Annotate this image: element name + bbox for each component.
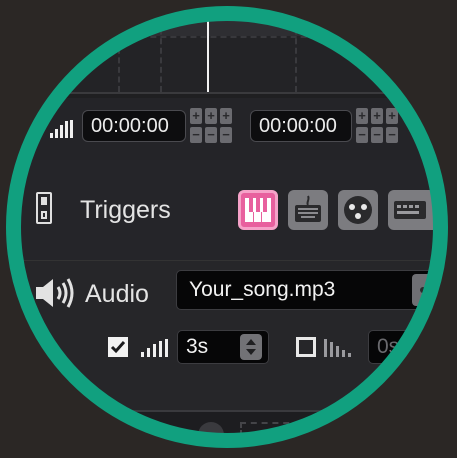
timeline-header bbox=[14, 14, 440, 36]
trigger-switch-icon bbox=[36, 192, 52, 224]
spinner-arrows-icon bbox=[246, 339, 256, 355]
volume-end-icon bbox=[418, 118, 424, 140]
magnifier-lens: 00:00:00 + + + − − − 00:00:00 + + + − − … bbox=[14, 14, 440, 440]
minutes-up-button[interactable]: + bbox=[371, 108, 383, 124]
timeline-gridline bbox=[14, 36, 440, 38]
audio-file-field[interactable]: Your_song.mp3 bbox=[176, 270, 440, 310]
circle-icon[interactable] bbox=[198, 422, 224, 440]
keyboard-icon bbox=[295, 195, 321, 222]
fade-in-duration-value: 3s bbox=[186, 335, 209, 358]
minutes-down-button[interactable]: − bbox=[371, 127, 383, 143]
hours-up-button[interactable]: + bbox=[190, 108, 202, 124]
cue-editor-panel: 00:00:00 + + + − − − 00:00:00 + + + − − … bbox=[14, 14, 440, 440]
timeline-gridline bbox=[118, 14, 120, 92]
fade-in-checkbox[interactable] bbox=[108, 337, 128, 357]
fade-out-icon bbox=[324, 339, 358, 357]
minutes-down-button[interactable]: − bbox=[205, 127, 217, 143]
piano-keys-icon bbox=[245, 198, 271, 222]
end-time-field[interactable]: 00:00:00 bbox=[250, 110, 352, 142]
end-time-value: 00:00:00 bbox=[259, 115, 337, 137]
magnified-view: 00:00:00 + + + − − − 00:00:00 + + + − − … bbox=[0, 0, 457, 458]
hours-down-button[interactable]: − bbox=[190, 127, 202, 143]
fade-in-icon bbox=[141, 339, 173, 357]
triggers-label: Triggers bbox=[80, 196, 171, 224]
hours-up-button[interactable]: + bbox=[356, 108, 368, 124]
start-time-stepper[interactable]: + + + − − − bbox=[190, 108, 236, 146]
more-dot-icon bbox=[420, 287, 426, 293]
timeline-gridline bbox=[295, 14, 297, 92]
midi-trigger-button[interactable] bbox=[338, 190, 378, 230]
dmx-trigger-button[interactable] bbox=[388, 190, 440, 230]
seconds-down-button[interactable]: − bbox=[220, 127, 232, 143]
midi-connector-icon bbox=[344, 196, 372, 224]
volume-level-icon bbox=[50, 120, 74, 138]
keyboard-trigger-button[interactable] bbox=[288, 190, 328, 230]
fade-in-spinner[interactable] bbox=[240, 334, 262, 360]
minutes-up-button[interactable]: + bbox=[205, 108, 217, 124]
seconds-down-button[interactable]: − bbox=[386, 127, 398, 143]
piano-trigger-button[interactable] bbox=[238, 190, 278, 230]
fade-out-duration-value: 0s bbox=[377, 335, 400, 358]
start-time-value: 00:00:00 bbox=[91, 115, 169, 137]
fade-out-checkbox[interactable] bbox=[296, 337, 316, 357]
checkmark-icon bbox=[110, 341, 126, 354]
hours-down-button[interactable]: − bbox=[356, 127, 368, 143]
more-dot-icon bbox=[438, 287, 440, 293]
speaker-icon bbox=[36, 278, 74, 308]
seconds-up-button[interactable]: + bbox=[386, 108, 398, 124]
end-time-stepper[interactable]: + + + − − − bbox=[356, 108, 402, 146]
playhead[interactable] bbox=[207, 14, 209, 92]
more-dot-icon bbox=[429, 287, 435, 293]
timeline[interactable] bbox=[14, 14, 440, 94]
audio-file-name: Your_song.mp3 bbox=[189, 278, 336, 301]
drop-zone[interactable] bbox=[240, 422, 300, 440]
timeline-gridline bbox=[160, 14, 162, 92]
dmx-panel-icon bbox=[394, 201, 426, 219]
audio-label: Audio bbox=[85, 280, 149, 308]
bottom-toolbar bbox=[14, 410, 440, 440]
seconds-up-button[interactable]: + bbox=[220, 108, 232, 124]
start-time-field[interactable]: 00:00:00 bbox=[82, 110, 186, 142]
browse-file-button[interactable] bbox=[412, 274, 440, 306]
fade-out-duration-field[interactable]: 0s bbox=[368, 330, 440, 364]
